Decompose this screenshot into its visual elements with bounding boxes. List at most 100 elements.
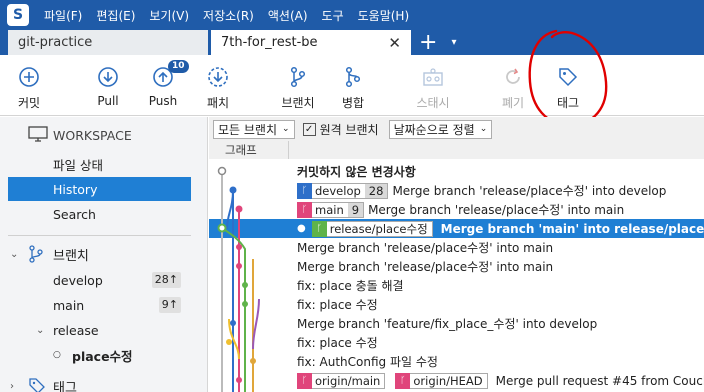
- branches-label: 브랜치: [53, 248, 89, 264]
- menu-edit[interactable]: 편집(E): [89, 7, 142, 24]
- arrow-down-circle-icon: [80, 63, 136, 91]
- sidebar-item-develop[interactable]: develop 28↑: [8, 268, 191, 292]
- checkbox-label: 원격 브랜치: [319, 122, 379, 137]
- tab-7th-for-rest-be[interactable]: 7th-for_rest-be ✕: [211, 30, 411, 55]
- chevron-down-icon[interactable]: ⌄: [36, 325, 44, 336]
- menu-repository[interactable]: 저장소(R): [196, 7, 261, 24]
- branches-header[interactable]: ⌄ 브랜치: [0, 241, 208, 267]
- branch-filter-dropdown[interactable]: 모든 브랜치 ⌄: [213, 119, 295, 139]
- monitor-icon: [28, 126, 48, 142]
- commit-message: Merge branch 'main' into release/place수정: [440, 222, 704, 236]
- sidebar-item-label: 파일 상태: [53, 157, 103, 173]
- sort-order-dropdown[interactable]: 날짜순으로 정렬 ⌄: [388, 119, 493, 139]
- sidebar: WORKSPACE 파일 상태 History Search ⌄ 브랜치 dev…: [0, 117, 208, 392]
- commit-message: Merge branch 'feature/fix_place_수정' into…: [297, 317, 598, 331]
- current-branch-marker-icon: ○: [53, 350, 61, 360]
- merge-icon: [325, 63, 381, 91]
- pull-label: Pull: [97, 94, 119, 108]
- sidebar-item-label: Search: [53, 206, 96, 222]
- branch-ref-main[interactable]: ᚴ main 9: [297, 201, 365, 218]
- commit-message: Merge branch 'release/place수정' into deve…: [392, 184, 667, 198]
- ref-ahead-count: 28: [364, 183, 388, 198]
- commit-message: fix: place 수정: [297, 336, 378, 350]
- branch-ref-origin-head[interactable]: ᚴ origin/HEAD: [395, 372, 488, 389]
- sidebar-item-search[interactable]: Search: [8, 202, 191, 226]
- ref-name: release/place수정: [329, 221, 428, 236]
- close-icon[interactable]: ✕: [388, 34, 401, 52]
- sidebar-item-file-status[interactable]: 파일 상태: [8, 152, 191, 176]
- dropdown-value: 날짜순으로 정렬: [393, 122, 475, 137]
- stash-label: 스태시: [416, 96, 450, 110]
- ref-name: main: [315, 202, 344, 217]
- tags-label: 태그: [53, 380, 77, 392]
- branch-ref-release-place[interactable]: ᚴ release/place수정: [311, 220, 433, 237]
- chevron-right-icon[interactable]: ›: [10, 381, 14, 392]
- commit-message: Merge branch 'release/place수정' into main: [297, 260, 554, 274]
- menu-file[interactable]: 파일(F): [37, 7, 89, 24]
- chevron-down-icon: ⌄: [282, 124, 290, 134]
- history-panel: 모든 브랜치 ⌄ ✓ 원격 브랜치 날짜순으로 정렬 ⌄ 그래프 커밋하지 않은…: [209, 117, 704, 392]
- column-header-area: [289, 141, 704, 159]
- push-button[interactable]: 10 Push: [135, 60, 191, 108]
- commit-message: 커밋하지 않은 변경사항: [297, 165, 416, 179]
- new-tab-button[interactable]: +: [419, 30, 437, 55]
- tags-header[interactable]: › 태그: [0, 373, 208, 392]
- folder-name: release: [53, 322, 99, 338]
- ref-name: develop: [315, 183, 361, 198]
- commit-message: fix: place 수정: [297, 298, 378, 312]
- branch-ref-origin-main[interactable]: ᚴ origin/main: [297, 372, 386, 389]
- plus-circle-icon: [1, 63, 57, 91]
- menu-help[interactable]: 도움말(H): [351, 7, 417, 24]
- menu-actions[interactable]: 액션(A): [261, 7, 315, 24]
- sidebar-item-place-branch[interactable]: ○ place수정: [8, 343, 191, 367]
- ref-name: origin/main: [315, 373, 381, 388]
- branch-icon: [29, 245, 43, 263]
- branch-name: develop: [53, 272, 103, 288]
- remote-branch-icon: ᚴ: [297, 372, 312, 389]
- stash-icon: [405, 63, 461, 91]
- checkbox-box[interactable]: ✓: [302, 122, 316, 136]
- dropdown-value: 모든 브랜치: [218, 122, 278, 137]
- tab-list-dropdown[interactable]: ▾: [451, 30, 456, 55]
- branch-icon: ᚴ: [297, 201, 312, 218]
- head-marker-icon: ●: [297, 223, 306, 234]
- menu-bar: S 파일(F) 편집(E) 보기(V) 저장소(R) 액션(A) 도구 도움말(…: [0, 0, 704, 30]
- merge-button[interactable]: 병합: [325, 63, 381, 111]
- sidebar-item-release-folder[interactable]: ⌄ release: [8, 318, 191, 342]
- sourcetree-logo-icon[interactable]: S: [7, 4, 29, 26]
- menu-view[interactable]: 보기(V): [142, 7, 196, 24]
- stash-button[interactable]: 스태시: [405, 63, 461, 111]
- fetch-label: 패치: [206, 96, 230, 110]
- commit-message: fix: AuthConfig 파일 수정: [297, 355, 438, 369]
- remote-branches-checkbox[interactable]: ✓ 원격 브랜치: [302, 121, 379, 138]
- ahead-count-badge: 28↑: [151, 272, 181, 288]
- tag-icon: [29, 378, 45, 392]
- commit-label: 커밋: [17, 96, 41, 110]
- ahead-count-badge: 9↑: [158, 297, 181, 313]
- commit-button[interactable]: 커밋: [1, 63, 57, 111]
- red-annotation-circle: [528, 29, 608, 127]
- ref-ahead-count: 9: [347, 202, 364, 217]
- filter-bar: 모든 브랜치 ⌄ ✓ 원격 브랜치 날짜순으로 정렬 ⌄: [209, 117, 704, 141]
- graph-column-header[interactable]: 그래프: [209, 141, 289, 159]
- branch-label: 브랜치: [281, 96, 315, 110]
- merge-label: 병합: [341, 96, 365, 110]
- workspace-header: WORKSPACE: [0, 122, 208, 148]
- branch-ref-develop[interactable]: ᚴ develop 28: [297, 182, 389, 199]
- sidebar-item-history[interactable]: History: [8, 177, 191, 201]
- pull-button[interactable]: Pull: [80, 63, 136, 108]
- push-count-badge: 10: [168, 60, 189, 73]
- branch-button[interactable]: 브랜치: [270, 63, 326, 111]
- remote-branch-icon: ᚴ: [395, 372, 411, 389]
- commit-message: Merge pull request #45 from Couch-: [495, 373, 704, 388]
- tab-git-practice[interactable]: git-practice: [8, 30, 208, 55]
- chevron-down-icon[interactable]: ⌄: [10, 249, 18, 260]
- menu-tools[interactable]: 도구: [315, 7, 351, 24]
- fetch-button[interactable]: 패치: [190, 63, 246, 111]
- divider: [8, 235, 191, 236]
- sidebar-item-main[interactable]: main 9↑: [8, 293, 191, 317]
- push-label: Push: [148, 94, 178, 108]
- sidebar-item-label: History: [53, 181, 98, 197]
- commit-message: Merge branch 'release/place수정' into main: [297, 241, 554, 255]
- branch-name: place수정: [72, 348, 133, 364]
